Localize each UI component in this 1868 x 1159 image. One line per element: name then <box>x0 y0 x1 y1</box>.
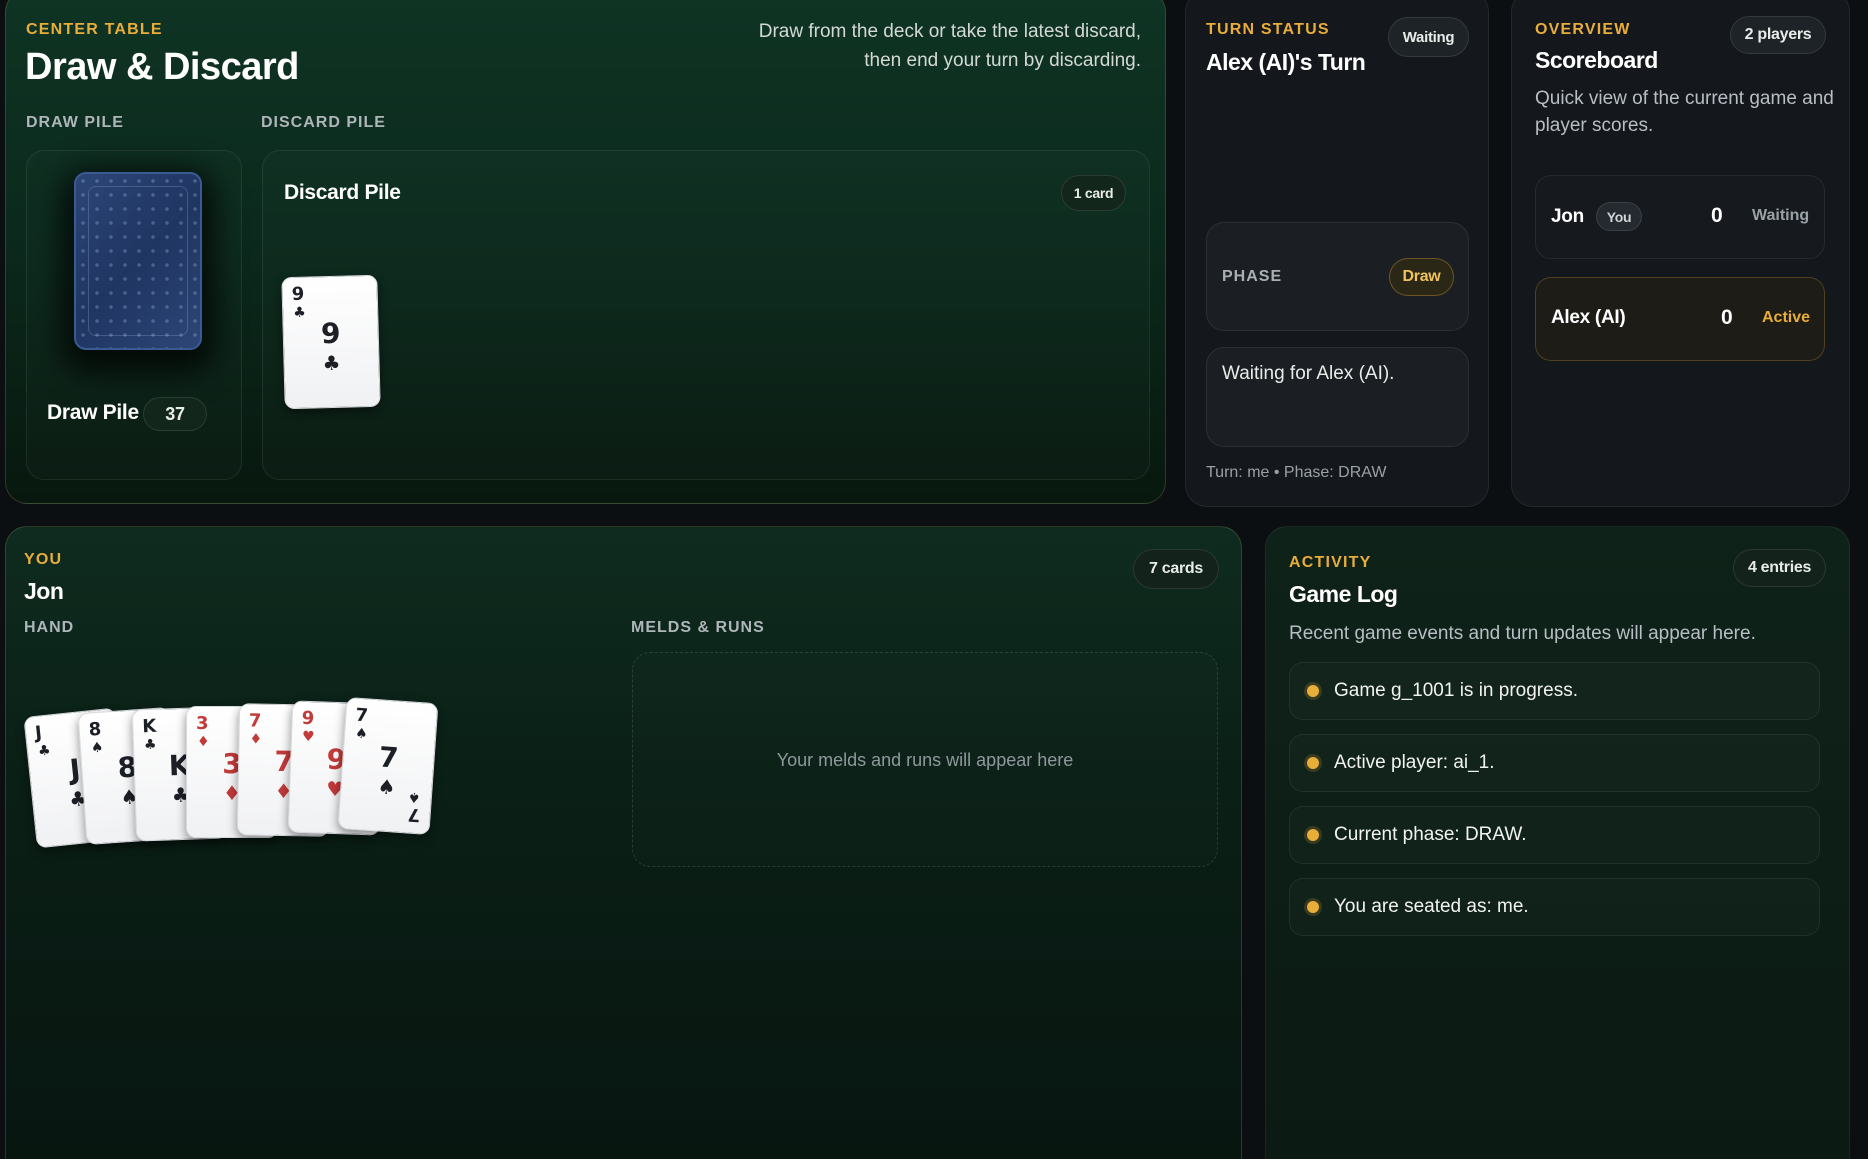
discard-pile-name: Discard Pile <box>284 181 401 204</box>
log-entry-text: You are seated as: me. <box>1334 896 1529 917</box>
scoreboard-description: Quick view of the current game and playe… <box>1535 85 1835 139</box>
card-rank-corner: J <box>34 722 43 744</box>
player-count-badge: 2 players <box>1730 16 1826 54</box>
player-score: 0 <box>1721 306 1733 329</box>
center-table-instructions: Draw from the deck or take the latest di… <box>640 17 1141 75</box>
bullet-dot-icon <box>1307 757 1319 769</box>
player-name: Jon <box>1551 206 1584 227</box>
log-entry: Active player: ai_1. <box>1289 734 1820 792</box>
log-entry: Current phase: DRAW. <box>1289 806 1820 864</box>
discard-pile-label: DISCARD PILE <box>261 114 386 131</box>
activity-eyebrow: ACTIVITY <box>1289 554 1372 571</box>
you-eyebrow: YOU <box>24 551 63 568</box>
bullet-dot-icon <box>1307 685 1319 697</box>
scoreboard-description-line-2: player scores. <box>1535 115 1654 136</box>
instructions-line-1: Draw from the deck or take the latest di… <box>758 21 1141 42</box>
card-rank-corner: 9 <box>291 283 305 306</box>
hand-count-badge: 7 cards <box>1133 549 1219 589</box>
you-tag: You <box>1596 202 1642 231</box>
card-rank-corner: 8 <box>87 718 102 741</box>
draw-pile-card-back[interactable] <box>74 172 202 350</box>
card-rank-corner: 3 <box>196 713 209 734</box>
player-status: Waiting <box>1752 207 1810 224</box>
phase-value-badge: Draw <box>1389 258 1454 296</box>
draw-pile-name: Draw Pile <box>47 401 139 424</box>
hand-card[interactable]: 7 ♠ 7 ♠ 7 ♠ <box>337 696 439 836</box>
hand-label: HAND <box>24 619 75 636</box>
card-rank-center: 7 <box>377 740 400 775</box>
card-rank-corner: K <box>141 715 157 738</box>
log-entry: Game g_1001 is in progress. <box>1289 662 1820 720</box>
card-rank-corner: 9 <box>301 707 315 730</box>
scoreboard-eyebrow: OVERVIEW <box>1535 21 1631 38</box>
center-table-title: Draw & Discard <box>25 46 299 88</box>
log-entry-text: Game g_1001 is in progress. <box>1334 680 1578 701</box>
turn-status-title: Alex (AI)'s Turn <box>1206 49 1366 75</box>
turn-message: Waiting for Alex (AI). <box>1222 363 1395 384</box>
player-score: 0 <box>1711 204 1723 227</box>
draw-pile-count-badge: 37 <box>143 397 207 431</box>
phase-label: PHASE <box>1222 268 1283 285</box>
melds-label: MELDS & RUNS <box>631 619 765 636</box>
instructions-line-2: then end your turn by discarding. <box>864 50 1141 71</box>
discard-top-card[interactable]: 9 ♣ 9 ♣ <box>281 274 381 410</box>
turn-status-eyebrow: TURN STATUS <box>1206 21 1330 38</box>
center-table-eyebrow: CENTER TABLE <box>26 21 163 38</box>
card-rank-corner: 7 <box>248 710 262 732</box>
card-rank-center: 9 <box>320 316 341 351</box>
scoreboard-description-line-1: Quick view of the current game and <box>1535 88 1834 109</box>
log-entry: You are seated as: me. <box>1289 878 1820 936</box>
log-count-badge: 4 entries <box>1733 549 1826 587</box>
log-entry-text: Current phase: DRAW. <box>1334 824 1527 845</box>
you-name: Jon <box>24 578 64 604</box>
bullet-dot-icon <box>1307 829 1319 841</box>
card-rank-corner-bottom: 7 <box>407 803 422 826</box>
scoreboard-title: Scoreboard <box>1535 47 1658 73</box>
turn-footer: Turn: me • Phase: DRAW <box>1206 464 1387 481</box>
game-log-description: Recent game events and turn updates will… <box>1289 623 1756 644</box>
melds-empty-message: Your melds and runs will appear here <box>776 750 1074 770</box>
log-entry-text: Active player: ai_1. <box>1334 752 1495 773</box>
club-suit-icon: ♣ <box>322 350 341 376</box>
bullet-dot-icon <box>1307 901 1319 913</box>
card-rank-corner: 7 <box>354 704 369 727</box>
draw-pile-label: DRAW PILE <box>26 114 124 131</box>
suit-icon: ♠ <box>407 788 422 806</box>
turn-status-badge: Waiting <box>1388 17 1469 57</box>
player-name: Alex (AI) <box>1551 307 1626 328</box>
discard-pile-count-badge: 1 card <box>1061 175 1126 211</box>
game-log-title: Game Log <box>1289 581 1398 607</box>
player-status: Active <box>1762 309 1811 326</box>
